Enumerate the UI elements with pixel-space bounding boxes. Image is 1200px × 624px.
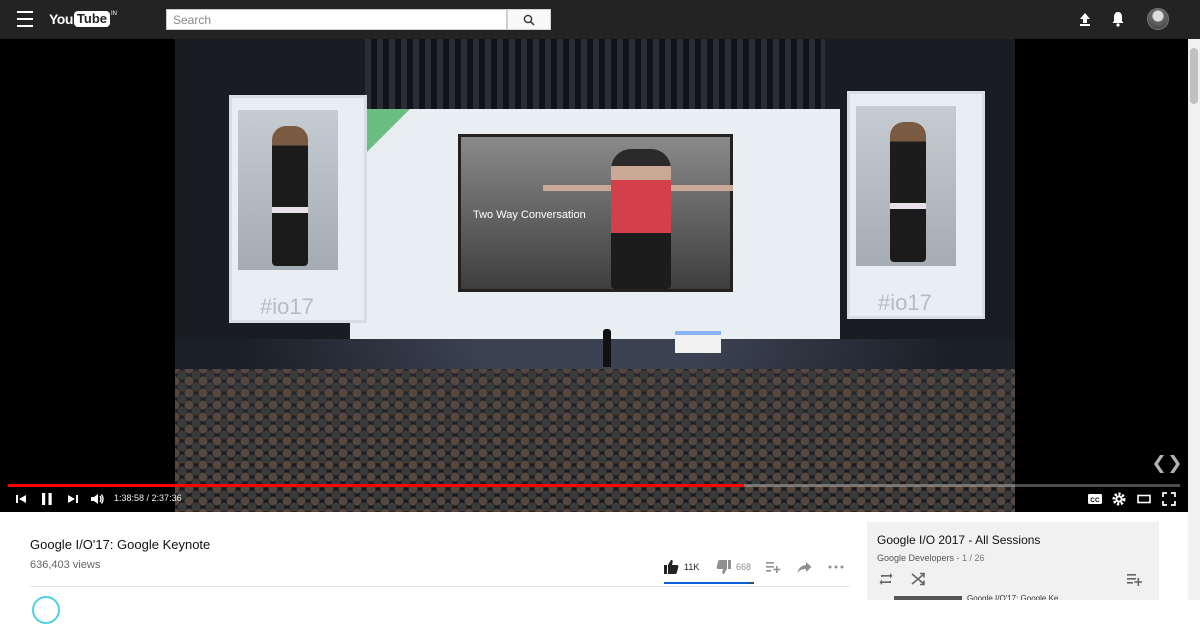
account-avatar[interactable]: [1147, 8, 1169, 30]
search-icon: [523, 14, 535, 26]
podium: [675, 331, 721, 353]
page-scrollbar[interactable]: [1188, 39, 1200, 600]
playlist-position: 1 / 26: [962, 553, 985, 563]
dislike-count: 668: [736, 562, 752, 572]
audience: [175, 369, 1015, 512]
divider: [30, 586, 850, 587]
more-icon[interactable]: [828, 560, 844, 574]
search-input[interactable]: [167, 10, 506, 29]
dislike-button[interactable]: 668: [716, 560, 751, 574]
playlist-channel[interactable]: Google Developers: [877, 553, 954, 563]
logo-text-tube: Tube: [73, 11, 110, 27]
progress-bar[interactable]: [8, 484, 1180, 487]
time-separator: /: [144, 493, 152, 503]
scrollbar-thumb[interactable]: [1190, 48, 1198, 104]
share-icon[interactable]: [797, 560, 812, 574]
playlist-item-title[interactable]: Google I/O'17: Google Ke...: [967, 594, 1087, 600]
logo-text-you: You: [49, 11, 73, 27]
playlist-panel: Google I/O 2017 - All Sessions Google De…: [867, 522, 1159, 600]
loop-icon[interactable]: [878, 571, 894, 587]
pause-icon[interactable]: [38, 490, 56, 508]
screen-caption: Two Way Conversation: [473, 209, 586, 221]
menu-icon[interactable]: [14, 11, 36, 27]
settings-icon[interactable]: [1110, 490, 1128, 508]
playlist-meta: Google Developers - 1 / 26: [877, 553, 985, 563]
side-screen-left: #io17: [229, 95, 367, 323]
save-playlist-icon[interactable]: [1126, 571, 1142, 587]
side-screen-tag: #io17: [260, 294, 314, 319]
side-screen-tag: #io17: [878, 290, 932, 315]
captions-icon[interactable]: CC: [1086, 490, 1104, 508]
channel-watermark-icon[interactable]: [1152, 453, 1182, 475]
sentiment-bar: [664, 582, 754, 584]
shuffle-icon[interactable]: [910, 571, 926, 587]
masthead: You Tube IN: [0, 0, 1200, 39]
fullscreen-icon[interactable]: [1160, 490, 1178, 508]
time-current: 1:38:58: [114, 493, 145, 503]
skip-next-icon[interactable]: [64, 490, 82, 508]
video-title: Google I/O'17: Google Keynote: [30, 537, 211, 552]
video-frame[interactable]: #io17 #io17 Two Way Conversation: [175, 39, 1015, 512]
time-total: 2:37:36: [151, 493, 182, 503]
svg-text:CC: CC: [1090, 497, 1100, 504]
time-display: 1:38:58 / 2:37:36: [114, 493, 182, 503]
center-screen: Two Way Conversation: [458, 134, 733, 292]
channel-avatar[interactable]: [32, 596, 60, 624]
speaker-figure: [603, 329, 611, 367]
like-count: 11K: [684, 562, 700, 572]
bell-icon[interactable]: [1109, 10, 1127, 28]
theater-mode-icon[interactable]: [1135, 490, 1153, 508]
playlist-item-thumbnail[interactable]: [894, 596, 962, 600]
upload-icon[interactable]: [1076, 10, 1094, 28]
playlist-separator: -: [954, 553, 963, 563]
volume-icon[interactable]: [88, 490, 106, 508]
search-box: [166, 9, 507, 30]
youtube-logo[interactable]: You Tube IN: [49, 10, 117, 30]
playlist-title[interactable]: Google I/O 2017 - All Sessions: [877, 533, 1040, 547]
logo-region: IN: [111, 11, 117, 17]
search-button[interactable]: [507, 9, 551, 30]
like-button[interactable]: 11K: [664, 560, 699, 574]
video-player[interactable]: #io17 #io17 Two Way Conversation: [0, 39, 1188, 512]
skip-previous-icon[interactable]: [12, 490, 30, 508]
view-count: 636,403 views: [30, 559, 101, 571]
thumbs-down-icon: [716, 560, 731, 574]
side-screen-right: #io17: [847, 91, 985, 319]
progress-played: [8, 484, 745, 487]
add-to-playlist-icon[interactable]: [766, 560, 781, 574]
thumbs-up-icon: [664, 560, 679, 574]
